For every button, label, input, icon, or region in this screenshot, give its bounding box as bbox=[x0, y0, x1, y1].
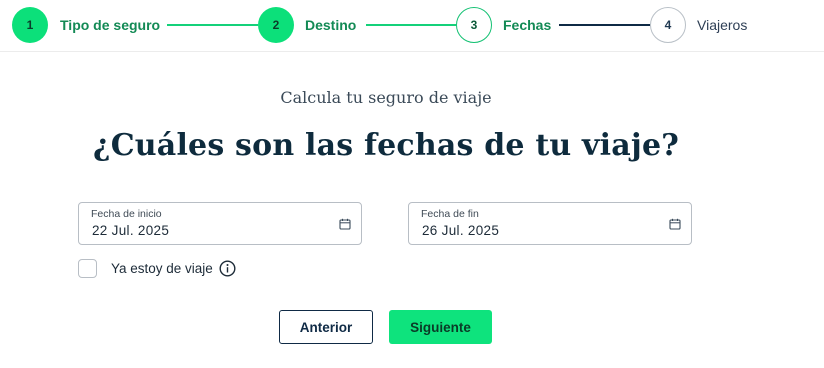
page-kicker: Calcula tu seguro de viaje bbox=[280, 88, 492, 107]
previous-button[interactable]: Anterior bbox=[279, 310, 373, 344]
step-4-label: Viajeros bbox=[697, 17, 748, 33]
step-2-label[interactable]: Destino bbox=[305, 17, 356, 33]
step-3-number: 3 bbox=[470, 18, 478, 32]
step-1-number: 1 bbox=[26, 18, 34, 32]
next-button[interactable]: Siguiente bbox=[389, 310, 492, 344]
step-1-label[interactable]: Tipo de seguro bbox=[60, 17, 160, 33]
step-4-number: 4 bbox=[664, 18, 672, 32]
step-1-circle[interactable]: 1 bbox=[12, 7, 48, 43]
progress-stepper: 1 Tipo de seguro 2 Destino 3 Fechas 4 Vi… bbox=[0, 0, 824, 52]
page-title: ¿Cuáles son las fechas de tu viaje? bbox=[92, 128, 680, 163]
already-traveling-checkbox[interactable] bbox=[78, 259, 97, 278]
end-date-value[interactable]: 26 Jul. 2025 bbox=[422, 223, 499, 238]
step-connector-2 bbox=[366, 24, 456, 26]
step-connector-1 bbox=[167, 24, 258, 26]
step-connector-3 bbox=[559, 24, 650, 26]
end-date-label: Fecha de fin bbox=[421, 208, 479, 220]
info-icon[interactable] bbox=[219, 260, 236, 277]
step-2-circle[interactable]: 2 bbox=[258, 7, 294, 43]
calendar-icon[interactable] bbox=[669, 218, 681, 230]
start-date-field[interactable]: Fecha de inicio 22 Jul. 2025 bbox=[78, 202, 362, 245]
start-date-label: Fecha de inicio bbox=[91, 208, 162, 220]
calendar-icon[interactable] bbox=[339, 218, 351, 230]
start-date-value[interactable]: 22 Jul. 2025 bbox=[92, 223, 169, 238]
step-4-circle: 4 bbox=[650, 7, 686, 43]
end-date-field[interactable]: Fecha de fin 26 Jul. 2025 bbox=[408, 202, 692, 245]
step-3-circle: 3 bbox=[456, 7, 492, 43]
step-3-label: Fechas bbox=[503, 17, 552, 33]
already-traveling-label[interactable]: Ya estoy de viaje bbox=[111, 261, 213, 276]
step-2-number: 2 bbox=[272, 18, 280, 32]
